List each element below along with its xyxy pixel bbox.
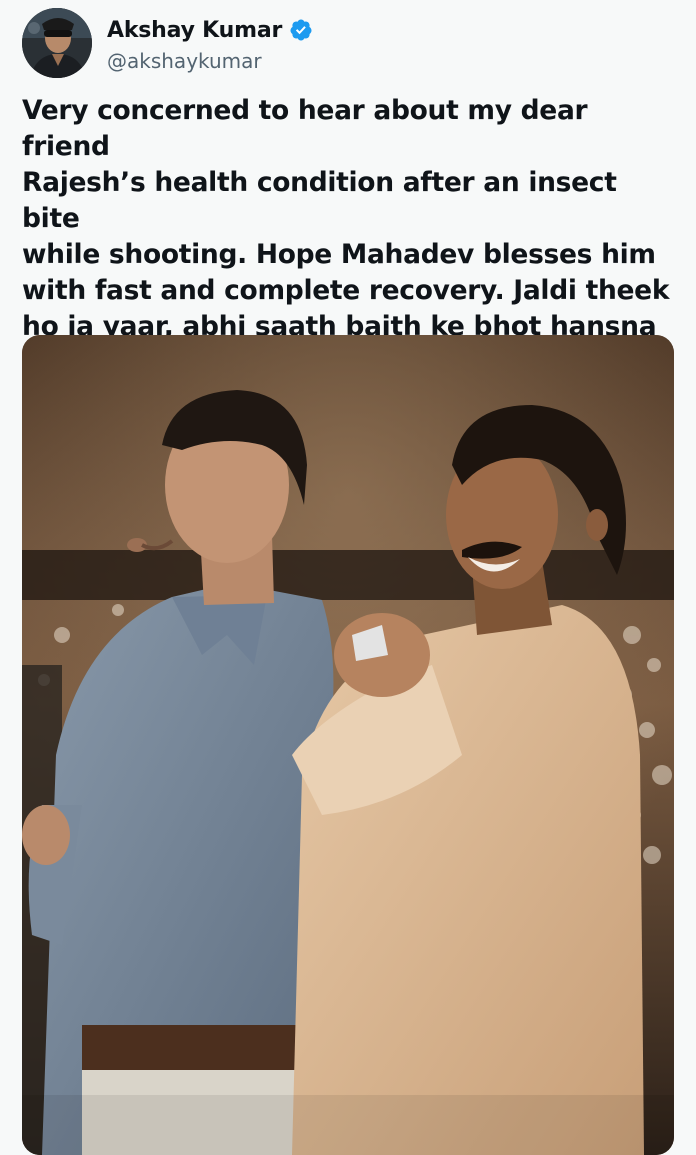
tweet-header: Akshay Kumar @akshaykumar — [22, 8, 313, 78]
verified-badge-icon — [289, 18, 313, 42]
author-names: Akshay Kumar @akshaykumar — [107, 13, 313, 73]
photo-two-men-laughing-icon — [22, 335, 674, 1155]
author-handle[interactable]: @akshaykumar — [107, 49, 313, 73]
name-row: Akshay Kumar — [107, 13, 313, 47]
avatar-photo-icon — [22, 8, 92, 78]
tweet-media-photo[interactable] — [22, 335, 674, 1155]
tweet-card: Akshay Kumar @akshaykumar Very concerned… — [0, 0, 696, 1155]
author-display-name[interactable]: Akshay Kumar — [107, 18, 282, 43]
avatar[interactable] — [22, 8, 92, 78]
